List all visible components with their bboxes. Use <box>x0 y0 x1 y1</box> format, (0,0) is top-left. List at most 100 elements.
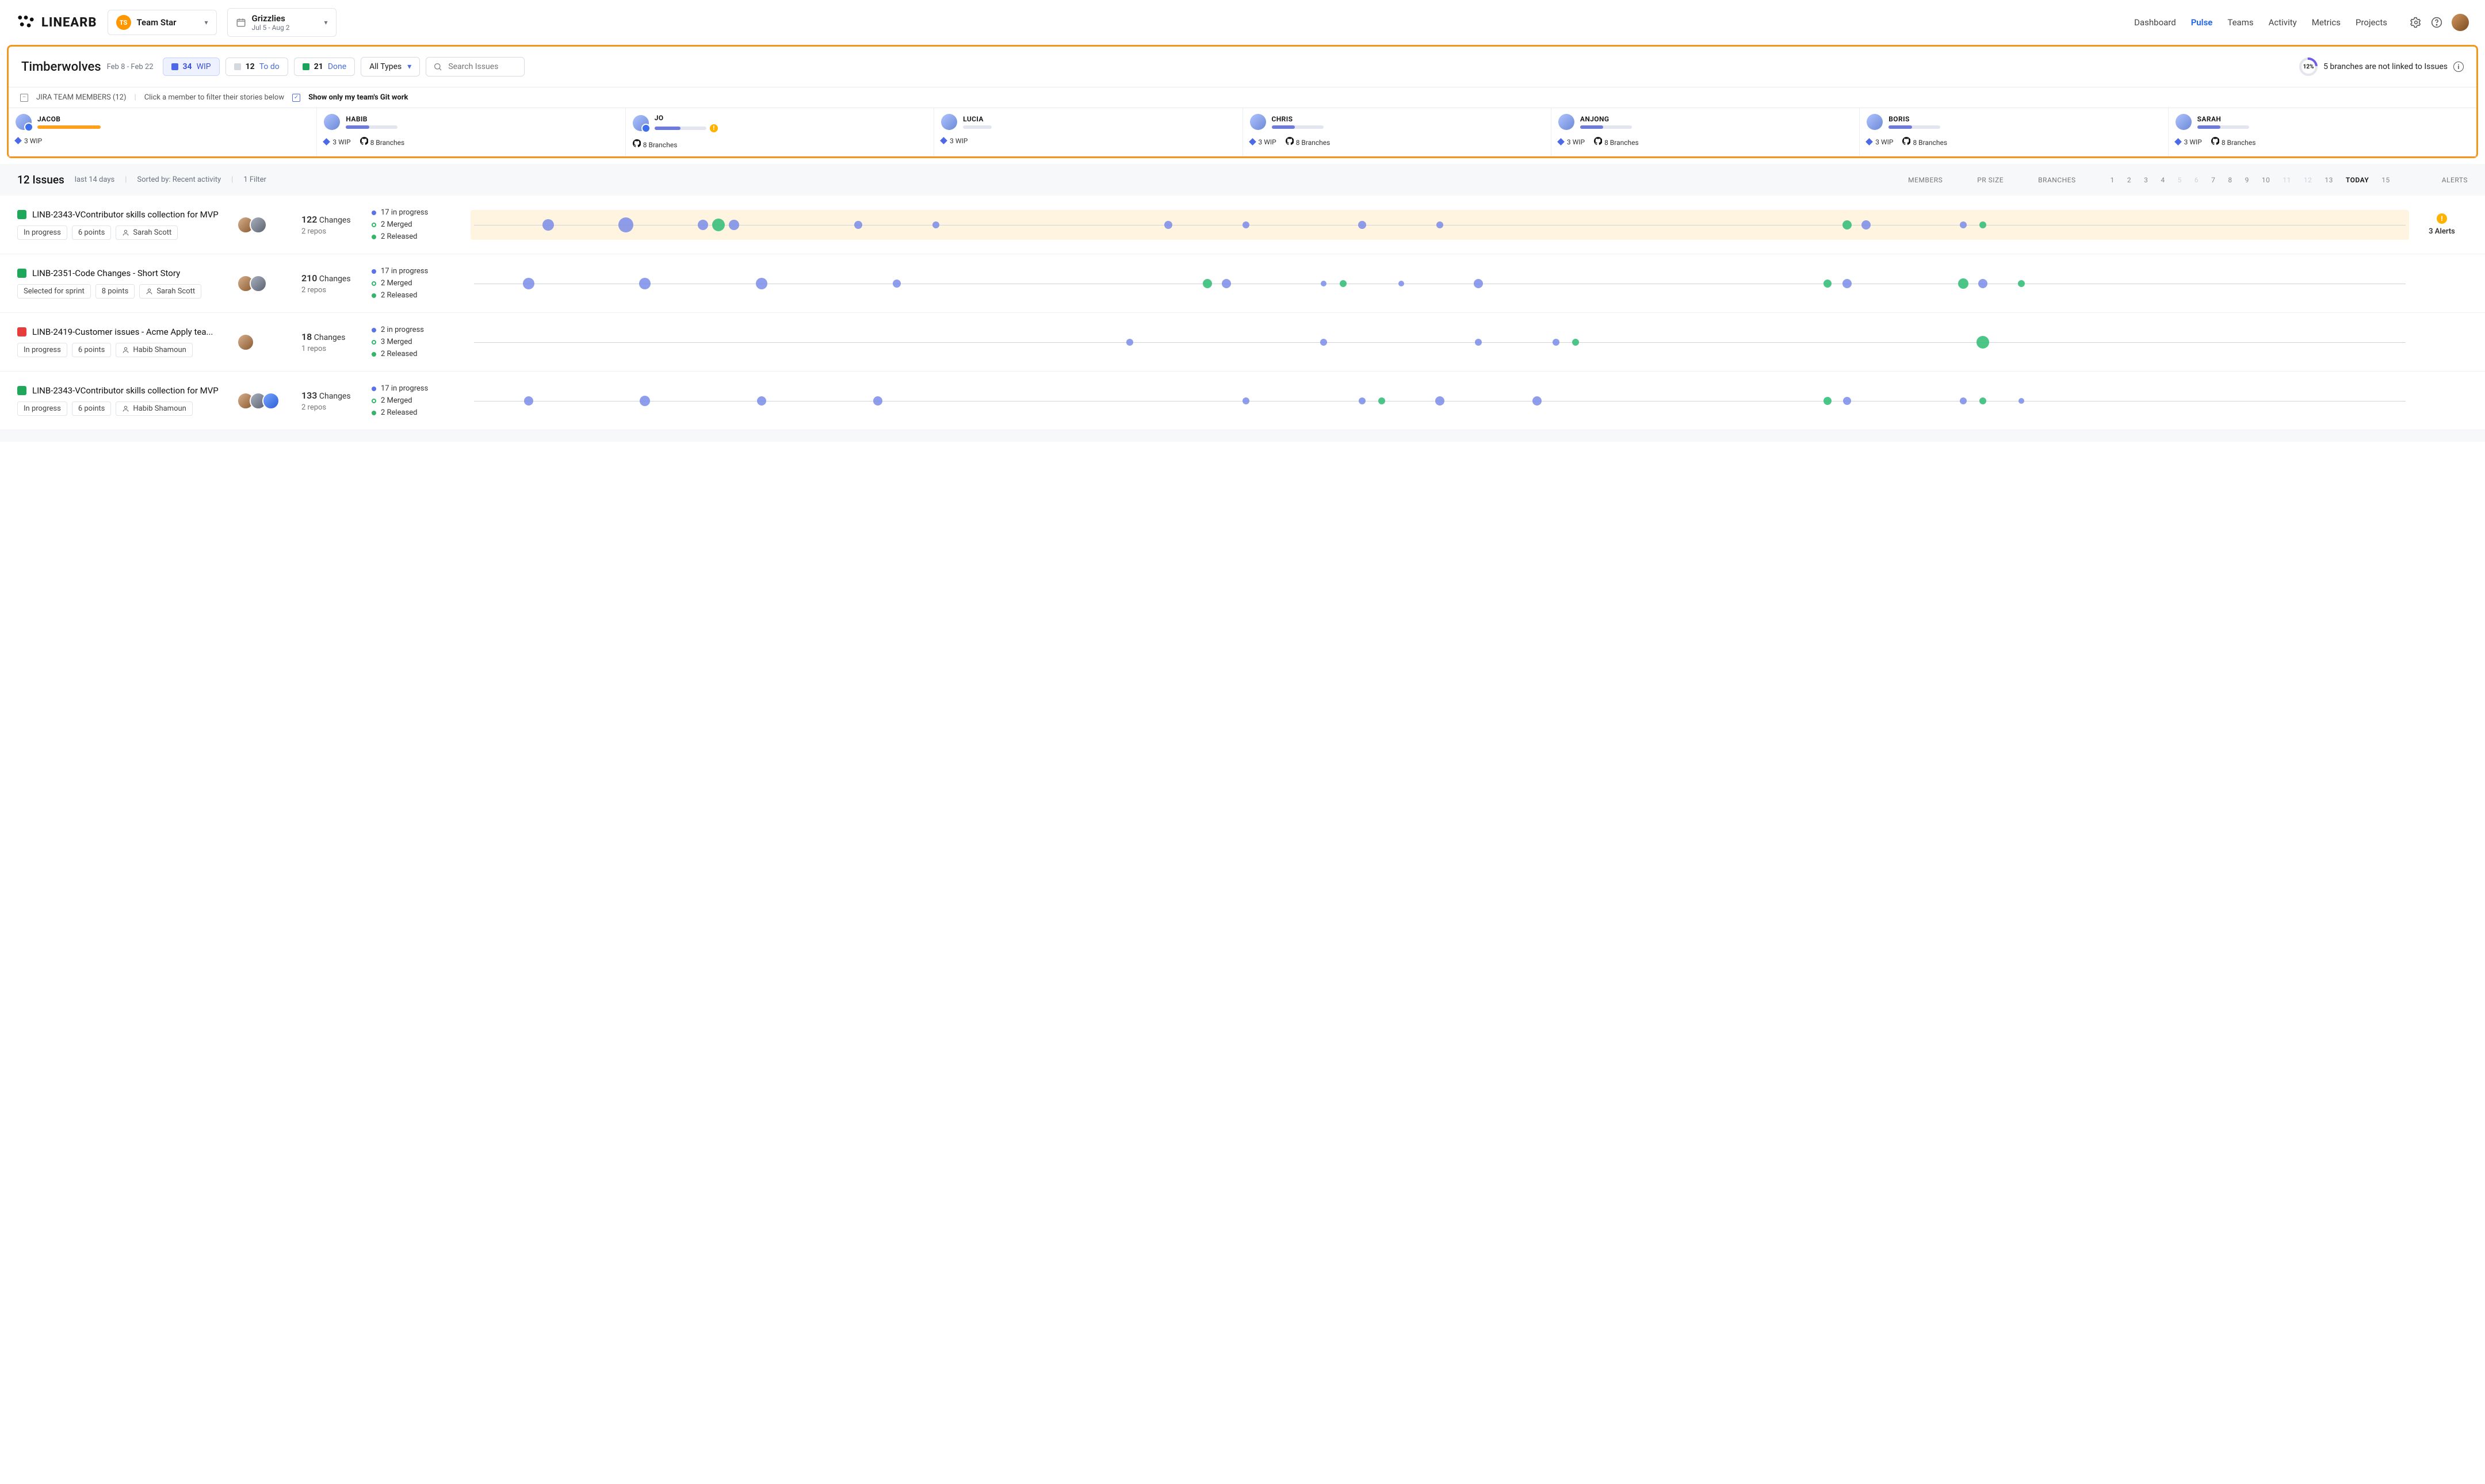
issue-row[interactable]: LINB-2343-VContributor skills collection… <box>0 372 2485 430</box>
issue-title: LINB-2343-VContributor skills collection… <box>32 209 219 220</box>
ticket-type-icon <box>17 386 26 395</box>
nav-metrics[interactable]: Metrics <box>2312 17 2341 28</box>
help-icon[interactable] <box>2431 17 2442 28</box>
members-row: JACOB3 WIPHABIB3 WIP8 BranchesJO!8 Branc… <box>9 108 2476 156</box>
done-pill[interactable]: 21Done <box>294 58 355 76</box>
chevron-down-icon: ▾ <box>204 18 208 26</box>
member-branches: 8 Branches <box>1902 137 1947 147</box>
nav-pulse[interactable]: Pulse <box>2191 17 2213 28</box>
calendar-icon <box>236 17 246 28</box>
activity-timeline <box>471 210 2409 240</box>
person-icon <box>122 346 129 354</box>
nav-dashboard[interactable]: Dashboard <box>2134 17 2176 28</box>
ticket-type-icon <box>17 327 26 336</box>
member-avatar <box>324 114 340 130</box>
activity-bubble <box>1842 279 1852 288</box>
issues-filter[interactable]: 1 Filter <box>243 175 266 184</box>
activity-bubble <box>1861 220 1871 230</box>
unlinked-branches-text[interactable]: 5 branches are not linked to Issues <box>2323 62 2448 71</box>
member-branches: 8 Branches <box>2211 137 2256 147</box>
issue-tag: In progress <box>17 401 67 416</box>
assignee-tag[interactable]: Sarah Scott <box>139 284 201 299</box>
person-icon <box>146 288 153 295</box>
search-input[interactable] <box>448 62 517 71</box>
activity-bubble <box>618 217 633 232</box>
day-col: 12 <box>2304 176 2312 184</box>
issue-tag: 8 points <box>95 284 135 299</box>
member-name: CHRIS <box>1272 115 1544 123</box>
activity-bubble <box>639 278 651 289</box>
ticket-type-icon <box>17 269 26 278</box>
day-col: 13 <box>2325 176 2333 184</box>
activity-bubble <box>640 396 650 406</box>
highlighted-panel: Timberwolves Feb 8 - Feb 22 34WIP 12To d… <box>7 45 2478 158</box>
member-branches: 8 Branches <box>633 139 678 149</box>
member-name: BORIS <box>1888 115 2161 123</box>
assignee-tag[interactable]: Habib Shamoun <box>116 401 192 416</box>
type-filter[interactable]: All Types▾ <box>361 57 420 77</box>
git-filter-checkbox[interactable]: ✓ <box>292 94 300 102</box>
member-card[interactable]: JO!8 Branches <box>626 108 934 156</box>
nav-teams[interactable]: Teams <box>2227 17 2253 28</box>
member-card[interactable]: JACOB3 WIP <box>9 108 317 156</box>
activity-bubble <box>1842 220 1852 230</box>
activity-bubble <box>1435 396 1444 406</box>
github-icon <box>360 137 368 145</box>
members-header: – JIRA TEAM MEMBERS (12) | Click a membe… <box>9 87 2476 108</box>
assignee-tag[interactable]: Habib Shamoun <box>116 343 192 357</box>
filter-toolbar: Timberwolves Feb 8 - Feb 22 34WIP 12To d… <box>9 47 2476 85</box>
member-card[interactable]: CHRIS3 WIP8 Branches <box>1243 108 1551 156</box>
user-avatar[interactable] <box>2452 14 2469 31</box>
issue-row[interactable]: LINB-2419-Customer issues - Acme Apply t… <box>0 313 2485 372</box>
settings-icon[interactable] <box>2410 17 2422 28</box>
activity-bubble <box>1359 397 1366 404</box>
sprint-selector[interactable]: Grizzlies Jul 5 - Aug 2 ▾ <box>227 8 337 37</box>
member-card[interactable]: SARAH 3 WIP 8 Branches <box>2169 108 2476 156</box>
members-cell <box>237 216 295 234</box>
todo-pill[interactable]: 12To do <box>225 58 288 76</box>
info-icon[interactable]: i <box>2453 62 2464 72</box>
page-date-range: Feb 8 - Feb 22 <box>107 63 154 71</box>
brand-text: LINEARB <box>41 16 97 30</box>
member-avatar <box>16 114 32 130</box>
branches-cell: 2 in progress3 Merged2 Released <box>372 326 464 358</box>
team-selector[interactable]: TS Team Star ▾ <box>108 10 217 35</box>
member-name: LUCIA <box>963 115 1235 123</box>
team-badge: TS <box>116 15 131 30</box>
nav-activity[interactable]: Activity <box>2269 17 2297 28</box>
alerts-cell: !3 Alerts <box>2416 213 2468 236</box>
alert-icon: ! <box>2437 213 2447 224</box>
member-name: SARAH <box>2197 115 2469 123</box>
sprint-range: Jul 5 - Aug 2 <box>252 24 290 32</box>
issue-row[interactable]: LINB-2351-Code Changes - Short StorySele… <box>0 254 2485 313</box>
member-name: JO <box>655 114 927 122</box>
assignee-tag[interactable]: Sarah Scott <box>116 225 178 240</box>
issue-tag: 6 points <box>72 225 112 240</box>
member-card[interactable]: BORIS3 WIP8 Branches <box>1860 108 2168 156</box>
member-card[interactable]: HABIB3 WIP8 Branches <box>317 108 625 156</box>
members-label: JIRA TEAM MEMBERS (12) <box>36 93 127 102</box>
issue-tag: 6 points <box>72 401 112 416</box>
issues-sort[interactable]: Sorted by: Recent activity <box>137 175 221 184</box>
issue-title: LINB-2419-Customer issues - Acme Apply t… <box>32 327 213 337</box>
activity-bubble <box>698 220 708 230</box>
day-col: 15 <box>2381 176 2390 184</box>
collapse-icon[interactable]: – <box>20 94 28 102</box>
issue-row[interactable]: LINB-2343-VContributor skills collection… <box>0 196 2485 254</box>
nav-projects[interactable]: Projects <box>2356 17 2387 28</box>
activity-bubble <box>1358 221 1366 229</box>
day-col: 3 <box>2144 176 2148 184</box>
member-wip: 3 WIP <box>16 137 42 145</box>
activity-bubble <box>1222 279 1231 288</box>
member-wip: 3 WIP <box>2176 138 2202 146</box>
member-card[interactable]: LUCIA3 WIP <box>934 108 1242 156</box>
search-box[interactable] <box>426 57 525 77</box>
activity-bubble <box>1203 279 1212 288</box>
member-card[interactable]: ANJONG3 WIP8 Branches <box>1551 108 1860 156</box>
wip-pill[interactable]: 34WIP <box>163 58 220 76</box>
activity-bubble <box>1164 221 1172 229</box>
activity-bubble <box>1979 397 1986 404</box>
day-col: 7 <box>2211 176 2215 184</box>
activity-timeline <box>471 386 2409 416</box>
activity-bubble <box>2018 280 2025 287</box>
